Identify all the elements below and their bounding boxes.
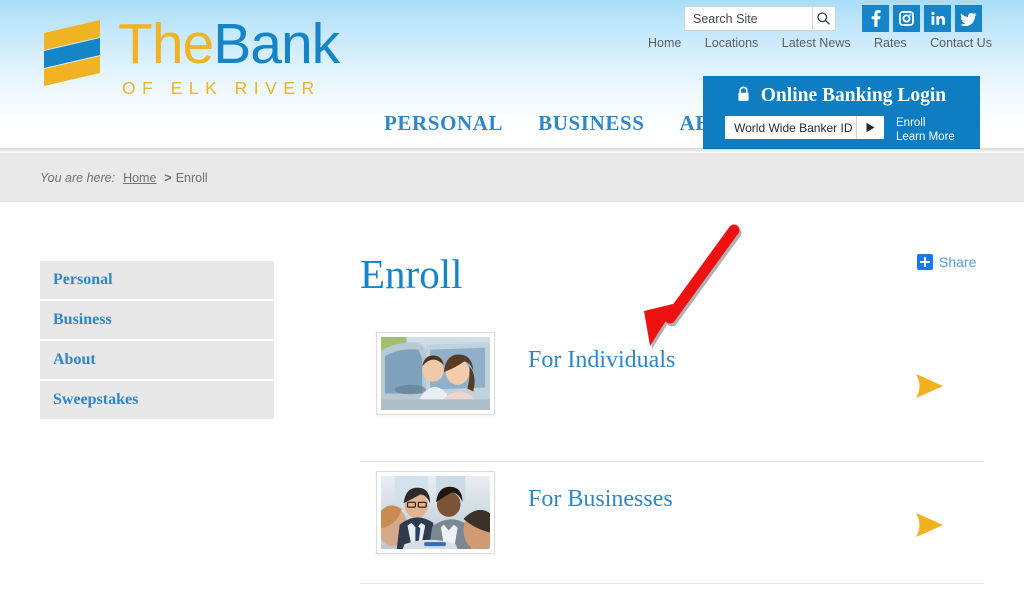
logo-bank-text: Bank xyxy=(213,12,340,76)
sidebar-item-label: About xyxy=(53,351,96,368)
search-button[interactable] xyxy=(811,7,835,30)
arrow-right-glyph xyxy=(916,513,943,537)
social-link-facebook[interactable] xyxy=(862,5,889,32)
gold-arrow-icon[interactable] xyxy=(914,512,944,543)
enroll-options-list: For Individuals For Businesses xyxy=(360,323,984,595)
breadcrumb-current: Enroll xyxy=(175,171,208,185)
social-link-instagram[interactable] xyxy=(893,5,920,32)
enroll-option-row[interactable]: For Businesses xyxy=(360,462,984,595)
utility-nav-contact-us[interactable]: Contact Us xyxy=(930,36,992,50)
online-banking-go-button[interactable] xyxy=(856,116,884,139)
utility-nav-locations[interactable]: Locations xyxy=(705,36,759,50)
breadcrumb-prefix: You are here: xyxy=(40,171,116,185)
site-logo[interactable]: TheBank OF ELK RIVER xyxy=(40,16,340,108)
share-label: Share xyxy=(939,254,977,270)
main-nav: PERSONAL BUSINESS ABOUT xyxy=(384,111,757,136)
lock-icon xyxy=(738,86,749,101)
online-banking-enroll-link[interactable]: Enroll xyxy=(896,116,955,130)
search-icon xyxy=(817,12,831,25)
site-header: TheBank OF ELK RIVER Search Site Home Lo… xyxy=(0,0,1024,153)
social-link-linkedin[interactable] xyxy=(924,5,951,32)
business-meeting-photo xyxy=(381,476,490,549)
sidebar-item-business[interactable]: Business xyxy=(40,301,274,341)
breadcrumb-home-link[interactable]: Home xyxy=(123,171,156,185)
sidebar-item-sweepstakes[interactable]: Sweepstakes xyxy=(40,381,274,421)
online-banking-controls: World Wide Banker ID Enroll Learn More xyxy=(725,116,955,144)
enroll-option-thumbnail[interactable] xyxy=(376,332,495,415)
arrow-right-glyph xyxy=(916,374,943,398)
breadcrumb: You are here: Home > Enroll xyxy=(40,171,208,185)
gold-arrow-icon[interactable] xyxy=(914,373,944,404)
logo-the-text: The xyxy=(118,12,214,76)
sidebar-item-label: Business xyxy=(53,311,112,328)
instagram-icon xyxy=(899,11,914,26)
sidebar-nav: Personal Business About Sweepstakes xyxy=(40,261,274,421)
photo-illustration xyxy=(381,337,490,410)
social-links xyxy=(862,5,982,32)
couple-in-car-photo xyxy=(381,337,490,410)
page-title: Enroll xyxy=(360,251,463,297)
facebook-icon xyxy=(871,10,881,27)
online-banking-learn-more-link[interactable]: Learn More xyxy=(896,130,955,144)
sidebar-item-personal[interactable]: Personal xyxy=(40,261,274,301)
enroll-option-link-for-individuals[interactable]: For Individuals xyxy=(528,347,675,374)
main-nav-business[interactable]: BUSINESS xyxy=(538,111,644,136)
search-box[interactable] xyxy=(684,6,836,31)
logo-subtitle: OF ELK RIVER xyxy=(122,78,321,98)
logo-stripes-icon xyxy=(44,20,100,86)
enroll-option-row[interactable]: For Individuals xyxy=(360,323,984,462)
enroll-option-link-for-businesses[interactable]: For Businesses xyxy=(528,486,673,513)
search-input[interactable] xyxy=(685,7,812,30)
online-banking-links: Enroll Learn More xyxy=(896,116,955,144)
main-nav-personal[interactable]: PERSONAL xyxy=(384,111,503,136)
logo-wordmark: TheBank xyxy=(118,16,340,73)
utility-nav: Home Locations Latest News Rates Contact… xyxy=(648,36,992,50)
utility-nav-home[interactable]: Home xyxy=(648,36,681,50)
sidebar-item-label: Personal xyxy=(53,271,113,288)
online-banking-title: Online Banking Login xyxy=(703,85,980,107)
share-button[interactable]: Share xyxy=(917,254,976,270)
content-bottom-divider xyxy=(360,583,984,584)
breadcrumb-separator: > xyxy=(164,171,172,185)
page-root: TheBank OF ELK RIVER Search Site Home Lo… xyxy=(0,0,1024,595)
online-banking-title-text: Online Banking Login xyxy=(760,85,947,106)
utility-nav-latest-news[interactable]: Latest News xyxy=(782,36,851,50)
utility-nav-rates[interactable]: Rates xyxy=(874,36,907,50)
social-link-twitter[interactable] xyxy=(955,5,982,32)
sidebar-item-about[interactable]: About xyxy=(40,341,274,381)
online-banking-login-panel: Online Banking Login World Wide Banker I… xyxy=(703,76,980,149)
plus-icon xyxy=(917,254,933,270)
linkedin-icon xyxy=(931,11,945,25)
sidebar-item-label: Sweepstakes xyxy=(53,391,139,408)
photo-illustration xyxy=(381,476,490,549)
twitter-icon xyxy=(960,12,977,27)
banker-id-select[interactable]: World Wide Banker ID xyxy=(725,116,856,139)
play-arrow-icon xyxy=(866,122,875,133)
enroll-option-thumbnail[interactable] xyxy=(376,471,495,554)
